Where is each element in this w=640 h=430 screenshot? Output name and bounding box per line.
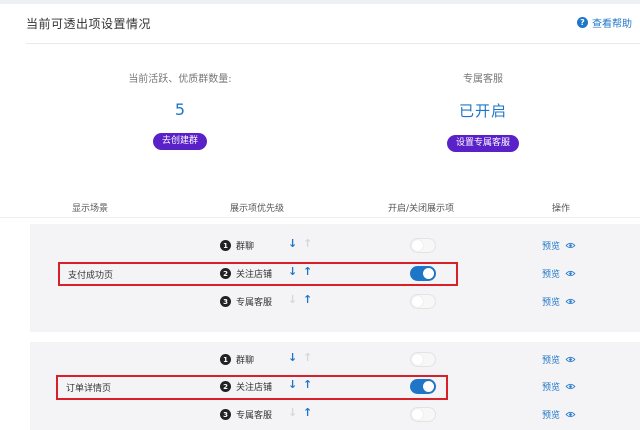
priority-number-badge: 3 [220,296,231,307]
title-divider [26,43,640,44]
preview-label: 预览 [542,242,561,252]
column-header-priority: 展示项优先级 [230,204,285,214]
item-label: 专属客服 [236,298,273,308]
eye-icon [565,356,576,363]
eye-icon [565,242,576,249]
item-label: 群聊 [236,356,255,366]
preview-link[interactable]: 预览 [542,380,576,393]
toggle-knob [412,354,423,365]
service-stat: 专属客服 已开启 设置专属客服 [403,70,563,152]
preview-link[interactable]: 预览 [542,295,576,308]
preview-link[interactable]: 预览 [542,408,576,421]
scene-label-order-detail: 订单详情页 [66,384,112,394]
eye-icon [565,411,576,418]
item-label: 专属客服 [236,411,273,421]
top-strip [0,0,640,4]
help-link[interactable]: ? 查看帮助 [577,15,632,30]
group-count-stat: 当前活跃、优质群数量: 5 去创建群 [100,70,260,150]
move-up-arrow-icon[interactable]: ↑ [303,293,312,306]
table-header: 显示场景 展示项优先级 开启/关闭展示项 操作 [0,196,640,218]
preview-link[interactable]: 预览 [542,239,576,252]
preview-link[interactable]: 预览 [542,353,576,366]
move-down-arrow-icon[interactable]: ↓ [288,351,297,364]
preview-label: 预览 [542,270,561,280]
group-count-label: 当前活跃、优质群数量: [128,74,232,85]
scene-label-payment-success: 支付成功页 [68,271,114,281]
toggle-knob [412,296,423,307]
column-header-scene: 显示场景 [72,204,109,214]
display-toggle[interactable] [410,294,436,309]
move-up-arrow-icon: ↑ [303,351,313,364]
set-service-button[interactable]: 设置专属客服 [446,135,519,152]
eye-icon [565,298,576,305]
help-icon: ? [577,17,588,28]
preview-label: 预览 [542,411,561,421]
display-toggle[interactable] [410,238,436,253]
move-down-arrow-icon[interactable]: ↓ [288,237,297,250]
priority-number-badge: 3 [220,409,231,420]
eye-icon [565,383,576,390]
display-toggle[interactable] [410,352,436,367]
column-header-toggle: 开启/关闭展示项 [388,204,455,214]
table-row: 3 专属客服 ↓ ↑ 预览 [30,292,640,314]
table-row: 3 专属客服 ↓ ↑ 预览 [30,405,640,427]
preview-label: 预览 [542,383,561,393]
move-up-arrow-icon[interactable]: ↑ [303,406,312,419]
priority-number-badge: 1 [220,240,231,251]
create-group-button[interactable]: 去创建群 [152,133,207,150]
table-row: 1 群聊 ↓ ↑ 预览 [30,236,640,258]
item-label: 群聊 [236,242,255,252]
display-toggle[interactable] [410,407,436,422]
eye-icon [565,270,576,277]
move-down-arrow-icon: ↓ [288,406,298,419]
page-title: 当前可透出项设置情况 [26,17,152,31]
service-label: 专属客服 [463,74,503,85]
preview-label: 预览 [542,356,561,366]
priority-number-badge: 1 [220,354,231,365]
group-count-value: 5 [174,100,186,119]
move-down-arrow-icon: ↓ [288,293,298,306]
toggle-knob [412,409,423,420]
help-label: 查看帮助 [592,19,632,30]
table-row: 1 群聊 ↓ ↑ 预览 [30,350,640,372]
highlight-box-order-detail: 订单详情页 [56,375,448,400]
move-up-arrow-icon: ↑ [303,237,313,250]
toggle-knob [412,240,423,251]
column-header-actions: 操作 [552,204,571,214]
service-status-value: 已开启 [458,102,507,120]
highlight-box-payment-success: 支付成功页 [58,262,458,286]
preview-label: 预览 [542,298,561,308]
preview-link[interactable]: 预览 [542,267,576,280]
